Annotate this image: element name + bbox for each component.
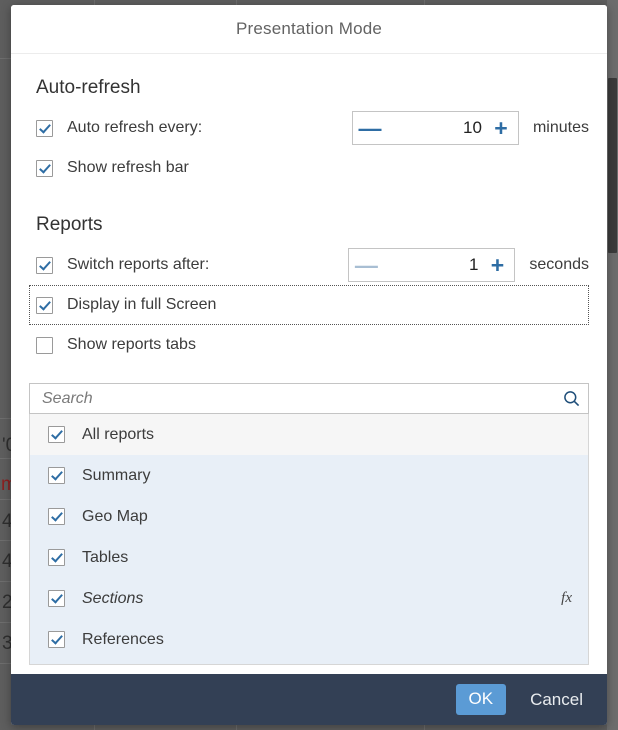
auto-refresh-minutes-stepper[interactable]: — 10 + <box>351 111 519 145</box>
display-full-screen-label: Display in full Screen <box>67 296 217 313</box>
switch-reports-after-label: Switch reports after: <box>67 256 210 273</box>
switch-reports-seconds-unit: seconds <box>529 256 589 273</box>
switch-reports-after-checkbox[interactable] <box>36 256 53 274</box>
show-refresh-bar-row[interactable]: Show refresh bar <box>29 148 589 188</box>
auto-refresh-every-label: Auto refresh every: <box>67 119 203 136</box>
show-refresh-bar-checkbox[interactable] <box>36 159 53 177</box>
backdrop-scrollbar-track[interactable] <box>607 0 618 730</box>
report-list[interactable]: All reports Summary Geo Map Tables Sections f… <box>29 414 589 665</box>
list-item-label: All reports <box>82 425 155 443</box>
show-reports-tabs-label: Show reports tabs <box>67 336 196 353</box>
list-item[interactable]: Tables <box>30 537 588 578</box>
dialog-body: Auto-refresh Auto refresh every: — 10 + … <box>11 54 607 674</box>
formula-fx-icon[interactable]: fx <box>561 590 572 607</box>
list-item-checkbox[interactable] <box>48 426 65 443</box>
dialog-titlebar: Presentation Mode <box>11 5 607 54</box>
auto-refresh-every-row: Auto refresh every: — 10 + minutes <box>29 108 589 148</box>
list-item-checkbox[interactable] <box>48 467 65 484</box>
dialog-title: Presentation Mode <box>235 19 383 38</box>
minus-icon[interactable]: — <box>353 112 387 144</box>
switch-reports-after-row: Switch reports after: — 1 + seconds <box>29 245 589 285</box>
reports-heading: Reports <box>36 214 103 235</box>
list-item-checkbox[interactable] <box>48 590 65 607</box>
list-item-checkbox[interactable] <box>48 549 65 566</box>
presentation-mode-dialog: Presentation Mode Auto-refresh Auto refr… <box>11 5 607 725</box>
list-item-checkbox[interactable] <box>48 631 65 648</box>
list-item[interactable]: Geo Map <box>30 496 588 537</box>
show-reports-tabs-checkbox[interactable] <box>36 336 53 354</box>
list-item[interactable]: All reports <box>30 414 588 455</box>
switch-reports-seconds-value[interactable]: 1 <box>383 255 480 275</box>
display-full-screen-row[interactable]: Display in full Screen <box>29 285 589 325</box>
report-picker: All reports Summary Geo Map Tables Sections f… <box>29 383 589 665</box>
resize-grip-icon[interactable] <box>592 710 605 723</box>
search-icon[interactable] <box>563 390 580 407</box>
list-item-label: References <box>82 630 164 648</box>
switch-reports-seconds-stepper[interactable]: — 1 + <box>348 248 516 282</box>
dialog-footer: OK Cancel <box>11 674 607 725</box>
show-reports-tabs-row[interactable]: Show reports tabs <box>29 325 589 365</box>
list-item-label: Sections <box>82 589 144 607</box>
backdrop-scrollbar-thumb[interactable] <box>608 78 617 253</box>
list-item-label: Geo Map <box>82 507 148 525</box>
plus-icon[interactable]: + <box>484 112 518 144</box>
minus-icon[interactable]: — <box>349 249 383 281</box>
ok-button[interactable]: OK <box>455 684 507 715</box>
display-full-screen-checkbox[interactable] <box>36 296 53 314</box>
show-refresh-bar-label: Show refresh bar <box>67 159 189 176</box>
list-item-label: Summary <box>82 466 151 484</box>
list-item-checkbox[interactable] <box>48 508 65 525</box>
plus-icon[interactable]: + <box>480 249 514 281</box>
auto-refresh-heading: Auto-refresh <box>36 77 141 98</box>
search-field[interactable] <box>29 383 589 414</box>
cancel-button[interactable]: Cancel <box>524 689 589 711</box>
auto-refresh-minutes-value[interactable]: 10 <box>387 118 484 138</box>
auto-refresh-minutes-unit: minutes <box>532 119 589 136</box>
search-input[interactable] <box>40 388 563 409</box>
list-item[interactable]: Sections fx <box>30 578 588 619</box>
list-item[interactable]: References <box>30 619 588 660</box>
list-item-label: Tables <box>82 548 129 566</box>
list-item[interactable]: Summary <box>30 455 588 496</box>
auto-refresh-every-checkbox[interactable] <box>36 119 53 137</box>
